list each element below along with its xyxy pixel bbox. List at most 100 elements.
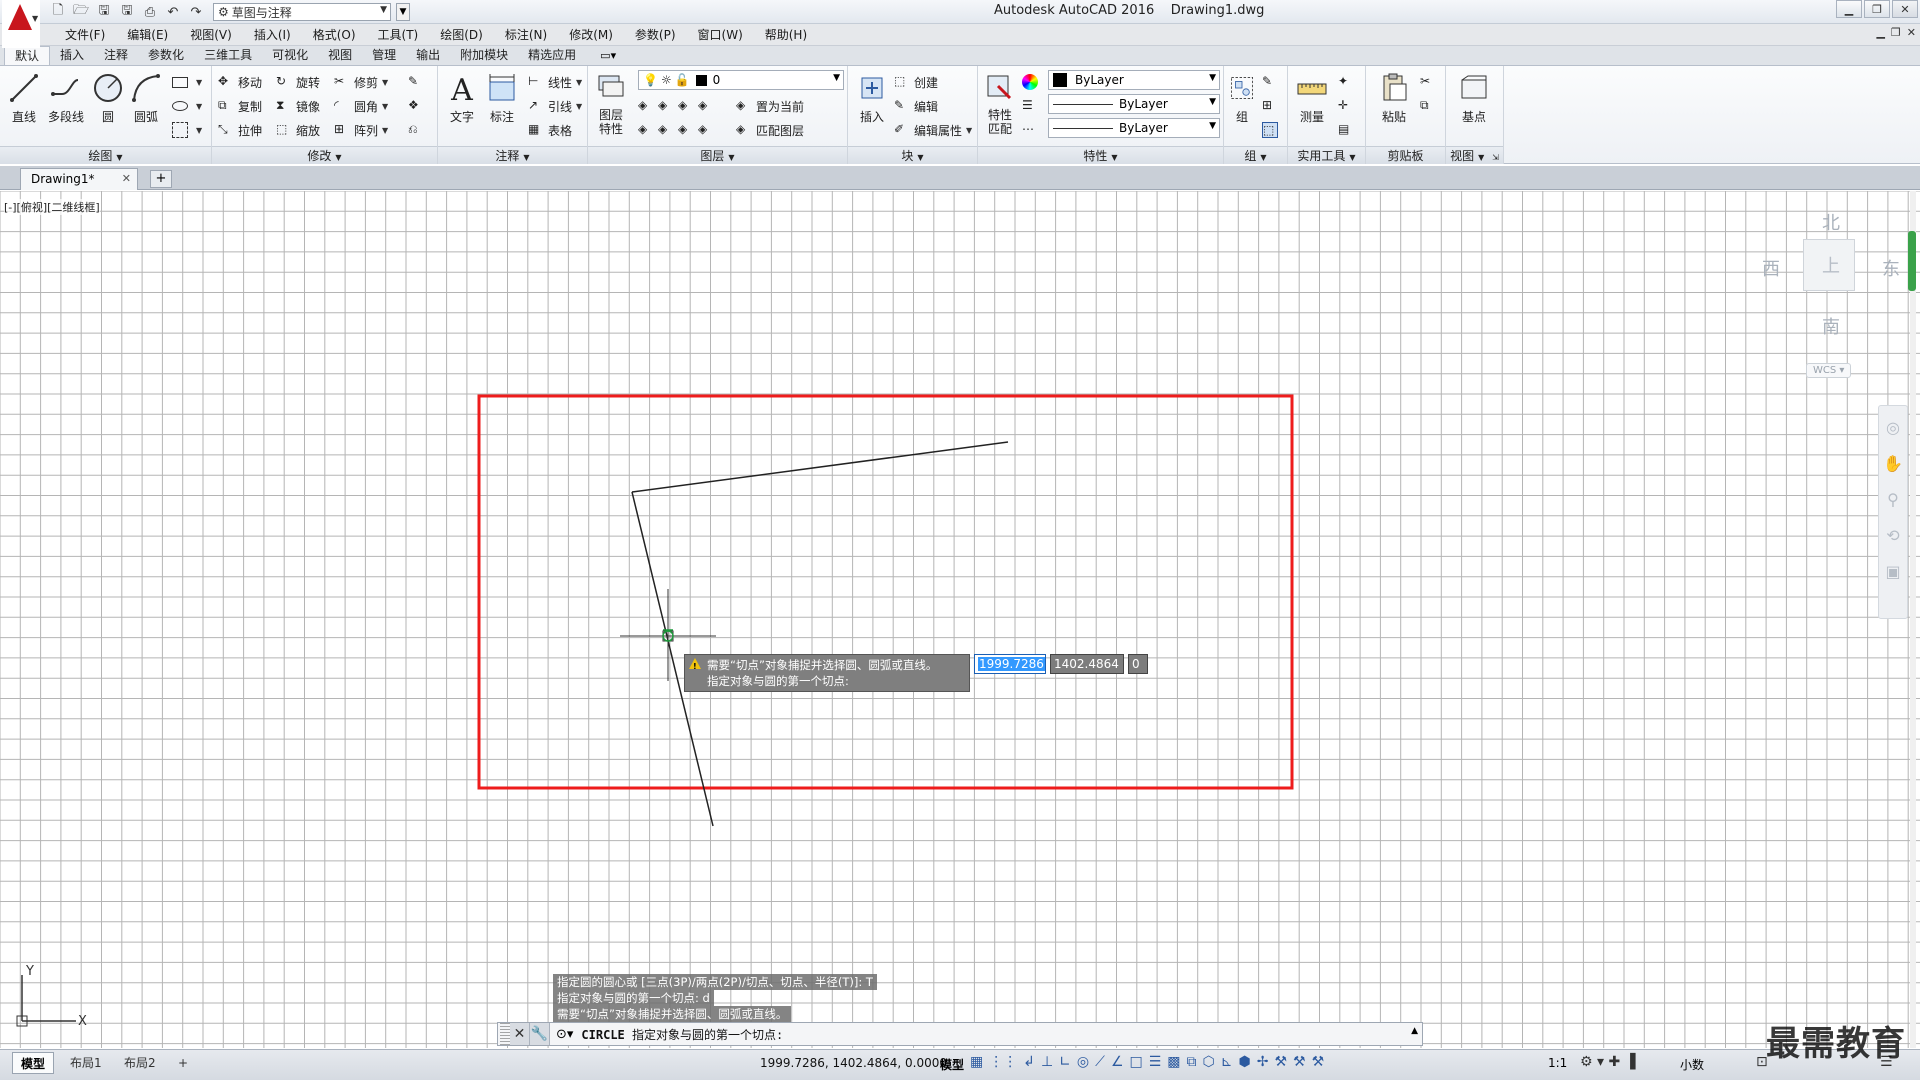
vertical-scroll-track[interactable]: [1910, 191, 1916, 1048]
set-current-button[interactable]: ◈ 置为当前: [736, 96, 804, 116]
isodraft-icon[interactable]: ⟋: [1095, 1054, 1105, 1070]
dynamic-input-z[interactable]: 0: [1128, 654, 1148, 674]
gizmo-icon[interactable]: ✢: [1257, 1054, 1269, 1070]
group-edit-icon[interactable]: ⊞: [1262, 96, 1282, 116]
tab-manage[interactable]: 管理: [362, 46, 406, 65]
color-wheel-icon[interactable]: [1022, 72, 1042, 92]
model-space-toggle[interactable]: 模型: [940, 1056, 964, 1073]
linear-dim-button[interactable]: ⊢ 线性 ▼: [528, 72, 582, 92]
dynamic-ucs-icon[interactable]: ⊾: [1221, 1054, 1233, 1070]
menu-parametric[interactable]: 参数(P): [624, 25, 687, 45]
print-icon[interactable]: ⎙: [140, 3, 160, 21]
ribbon-minimize-toggle[interactable]: ▭▾: [600, 46, 616, 65]
doc-minimize-button[interactable]: ▁: [1876, 26, 1884, 39]
panel-annotation-title[interactable]: 注释 ▼: [438, 146, 587, 164]
point-icon[interactable]: ✛: [1338, 96, 1358, 116]
command-prompt[interactable]: CIRCLE 指定对象与圆的第一个切点:: [581, 1026, 783, 1043]
tab-drawing1[interactable]: Drawing1* ✕: [20, 168, 138, 190]
copy-clip-icon[interactable]: ⧉: [1420, 96, 1440, 116]
tab-output[interactable]: 输出: [406, 46, 450, 65]
restore-button[interactable]: ❐: [1864, 0, 1890, 18]
hatch-button[interactable]: ▼: [172, 120, 202, 140]
mirror-button[interactable]: ⧗ 镜像: [276, 96, 320, 116]
layer-freeze-icon[interactable]: ◈: [678, 98, 694, 114]
offset-button[interactable]: ⎌: [408, 120, 428, 140]
ungroup-icon[interactable]: ✎: [1262, 72, 1282, 92]
dimension-button[interactable]: 标注: [482, 70, 522, 142]
selection-filter-icon[interactable]: ⬢: [1239, 1054, 1251, 1070]
open-folder-icon[interactable]: 🗁: [71, 3, 91, 21]
add-layout-button[interactable]: +: [170, 1052, 196, 1074]
vertical-scroll-thumb[interactable]: [1908, 231, 1916, 291]
3d-osnap-icon[interactable]: ⬡: [1203, 1054, 1215, 1070]
tab-3d-tools[interactable]: 三维工具: [194, 46, 262, 65]
viewcube-south[interactable]: 南: [1822, 313, 1840, 339]
layer-unlock-icon[interactable]: ◈: [698, 122, 714, 138]
panel-view-title[interactable]: 视图 ▼ ⇲: [1446, 146, 1503, 164]
drawn-line-top[interactable]: [631, 441, 1009, 493]
workspace-switch-icon[interactable]: ⚙ ▾ ✚ ▐: [1580, 1054, 1635, 1070]
measure-button[interactable]: 测量: [1292, 70, 1332, 142]
trim-button[interactable]: ✂ 修剪 ▼: [334, 72, 388, 92]
viewcube-face[interactable]: 上: [1803, 239, 1855, 291]
save-as-icon[interactable]: 🖫: [117, 3, 137, 21]
menu-draw[interactable]: 绘图(D): [429, 25, 494, 45]
wrench-icon[interactable]: 🔧: [530, 1023, 550, 1045]
panel-layers-title[interactable]: 图层 ▼: [588, 146, 847, 164]
tab-view[interactable]: 视图: [318, 46, 362, 65]
orbit-icon[interactable]: ⟲: [1879, 520, 1907, 550]
command-icon[interactable]: ⊙▾: [556, 1027, 573, 1042]
menu-modify[interactable]: 修改(M): [558, 25, 624, 45]
edit-block-button[interactable]: ✎ 编辑: [894, 96, 938, 116]
line-button[interactable]: 直线: [4, 70, 44, 142]
stretch-button[interactable]: ⤡ 拉伸: [218, 120, 262, 140]
tab-visualize[interactable]: 可视化: [262, 46, 318, 65]
cursor-coordinates[interactable]: 1999.7286, 1402.4864, 0.0000: [760, 1056, 947, 1070]
lineweight-icon[interactable]: ☰: [1022, 96, 1042, 116]
dynamic-input-icon[interactable]: ⊥: [1041, 1054, 1053, 1070]
layer-thaw-icon[interactable]: ◈: [678, 122, 694, 138]
edit-attributes-button[interactable]: ✐ 编辑属性 ▼: [894, 120, 972, 140]
circle-button[interactable]: 圆: [88, 70, 128, 142]
undo-icon[interactable]: ↶: [163, 3, 183, 21]
object-snap-tracking-icon[interactable]: ∠: [1111, 1054, 1124, 1070]
new-tab-button[interactable]: +: [150, 170, 172, 188]
layer-isolate-icon[interactable]: ◈: [658, 98, 674, 114]
menu-help[interactable]: 帮助(H): [754, 25, 818, 45]
showmotion-icon[interactable]: ▣: [1879, 556, 1907, 586]
create-block-button[interactable]: ⬚ 创建: [894, 72, 938, 92]
annotation-scale-icon[interactable]: ⚒: [1312, 1054, 1325, 1070]
menu-edit[interactable]: 编辑(E): [116, 25, 179, 45]
paste-button[interactable]: 粘贴: [1374, 70, 1414, 142]
base-view-button[interactable]: 基点: [1454, 70, 1494, 142]
units-select[interactable]: 小数: [1680, 1056, 1704, 1073]
erase-button[interactable]: ✎: [408, 72, 428, 92]
menu-insert[interactable]: 插入(I): [243, 25, 302, 45]
quick-select-icon[interactable]: ✦: [1338, 72, 1358, 92]
table-button[interactable]: ▦ 表格: [528, 120, 572, 140]
customize-qat-button[interactable]: ▼: [396, 3, 410, 21]
lineweight-toggle-icon[interactable]: ☰: [1149, 1054, 1162, 1070]
dynamic-input-y[interactable]: 1402.4864: [1050, 654, 1124, 674]
move-button[interactable]: ✥ 移动: [218, 72, 262, 92]
viewport-controls[interactable]: [-][俯视][二维线框]: [4, 199, 100, 215]
leader-button[interactable]: ↗ 引线 ▼: [528, 96, 582, 116]
tab-annotate[interactable]: 注释: [94, 46, 138, 65]
array-button[interactable]: ⊞ 阵列 ▼: [334, 120, 388, 140]
panel-clipboard-title[interactable]: 剪贴板: [1366, 146, 1445, 164]
tab-insert[interactable]: 插入: [50, 46, 94, 65]
layer-properties-button[interactable]: 图层 特性: [592, 70, 630, 142]
grid-icon[interactable]: ▦: [970, 1054, 983, 1070]
new-file-icon[interactable]: 🗋: [48, 3, 68, 21]
viewcube-north[interactable]: 北: [1822, 209, 1840, 235]
close-button[interactable]: ✕: [1892, 0, 1918, 18]
group-button[interactable]: 组: [1226, 70, 1258, 142]
panel-draw-title[interactable]: 绘图 ▼: [0, 146, 211, 164]
wcs-menu[interactable]: WCS ▾: [1806, 363, 1852, 378]
arc-button[interactable]: 圆弧: [126, 70, 166, 142]
polyline-button[interactable]: 多段线: [44, 70, 88, 142]
layer-off-icon[interactable]: ◈: [638, 98, 654, 114]
tab-addins[interactable]: 附加模块: [450, 46, 518, 65]
layer-lock-icon[interactable]: ◈: [698, 98, 714, 114]
infer-constraints-icon[interactable]: ↲: [1023, 1054, 1035, 1070]
